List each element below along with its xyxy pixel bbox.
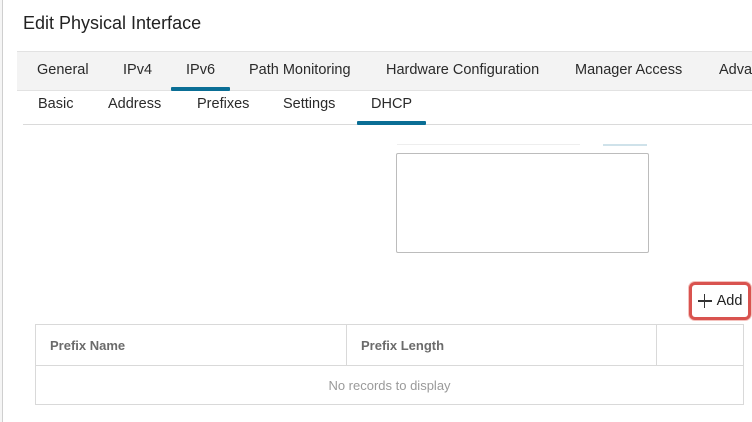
column-divider bbox=[656, 325, 657, 365]
field-accent-divider bbox=[603, 144, 647, 146]
dialog-title: Edit Physical Interface bbox=[23, 13, 202, 33]
prefix-table: Prefix Name Prefix Length No records to … bbox=[35, 324, 744, 405]
tab-path-monitoring[interactable]: Path Monitoring bbox=[249, 62, 351, 78]
tab-hardware-configuration[interactable]: Hardware Configuration bbox=[386, 62, 539, 78]
plus-icon bbox=[697, 294, 712, 308]
subtab-dhcp[interactable]: DHCP bbox=[356, 96, 427, 125]
subtab-prefixes[interactable]: Prefixes bbox=[197, 96, 249, 112]
field-divider bbox=[397, 144, 580, 145]
tab-general[interactable]: General bbox=[37, 62, 89, 78]
subtab-address[interactable]: Address bbox=[108, 96, 161, 112]
tab-advanced[interactable]: Adva bbox=[719, 62, 752, 78]
column-header-prefix-name[interactable]: Prefix Name bbox=[50, 338, 125, 353]
table-header: Prefix Name Prefix Length bbox=[36, 325, 743, 366]
subtab-basic[interactable]: Basic bbox=[38, 96, 73, 112]
add-button[interactable]: Add bbox=[689, 282, 751, 320]
edit-interface-dialog: Edit Physical Interface General IPv4 IPv… bbox=[2, 0, 752, 422]
column-header-prefix-length[interactable]: Prefix Length bbox=[361, 338, 444, 353]
dhcp-textarea[interactable] bbox=[396, 153, 649, 253]
add-button-label: Add bbox=[716, 293, 743, 309]
tab-ipv6[interactable]: IPv6 bbox=[170, 62, 231, 91]
sub-tab-bar: Basic Address Prefixes Settings DHCP bbox=[23, 90, 752, 125]
subtab-settings[interactable]: Settings bbox=[283, 96, 335, 112]
tab-ipv4[interactable]: IPv4 bbox=[123, 62, 152, 78]
column-divider bbox=[346, 325, 347, 365]
tab-manager-access[interactable]: Manager Access bbox=[575, 62, 682, 78]
empty-table-message: No records to display bbox=[328, 378, 451, 393]
main-tab-bar: General IPv4 IPv6 Path Monitoring Hardwa… bbox=[17, 51, 752, 91]
